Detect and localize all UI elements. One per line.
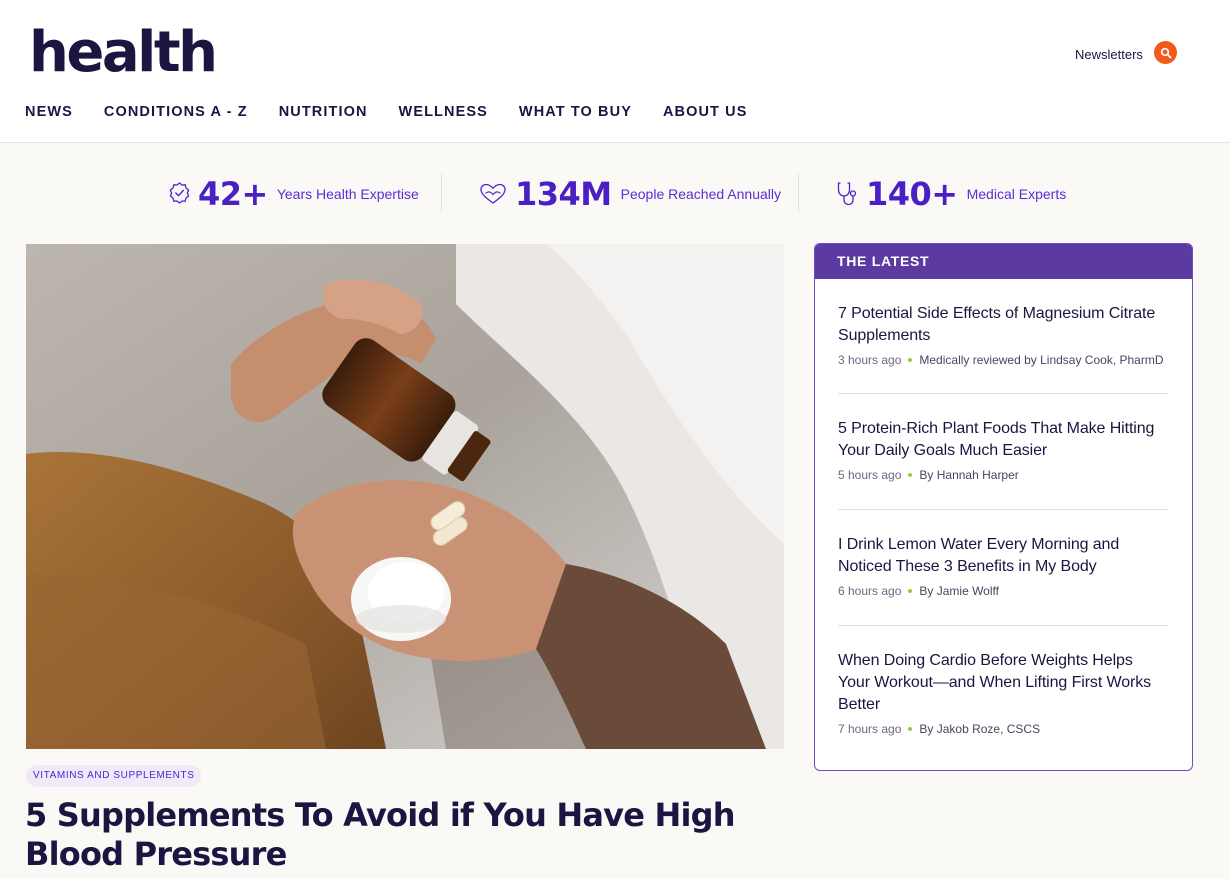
list-item: When Doing Cardio Before Weights Helps Y… — [838, 626, 1168, 736]
nav-conditions[interactable]: CONDITIONS A - Z — [104, 102, 248, 122]
byline: By Jamie Wolff — [919, 584, 999, 598]
nav-news[interactable]: NEWS — [25, 102, 73, 122]
hero-photo-illustration — [26, 244, 784, 749]
stats-bar: 42+ Years Health Expertise 134M People R… — [0, 144, 1230, 243]
latest-panel: THE LATEST 7 Potential Side Effects of M… — [814, 243, 1193, 771]
heart-hands-icon — [480, 183, 506, 204]
nav-nutrition[interactable]: NUTRITION — [279, 102, 368, 122]
stethoscope-icon — [837, 182, 857, 206]
article-link[interactable]: 5 Protein-Rich Plant Foods That Make Hit… — [838, 418, 1168, 462]
stat-label: People Reached Annually — [620, 186, 781, 202]
article-meta: 7 hours ago By Jakob Roze, CSCS — [838, 722, 1168, 736]
stat-label: Medical Experts — [966, 186, 1067, 202]
stat-experts: 140+ Medical Experts — [836, 174, 1066, 214]
list-item: 5 Protein-Rich Plant Foods That Make Hit… — [838, 394, 1168, 510]
nav-about-us[interactable]: ABOUT US — [663, 102, 748, 122]
article-meta: 6 hours ago By Jamie Wolff — [838, 584, 1168, 598]
byline: By Jakob Roze, CSCS — [919, 722, 1041, 736]
separator-dot — [908, 589, 913, 593]
divider — [441, 174, 442, 212]
timestamp: 6 hours ago — [838, 584, 902, 598]
byline: By Hannah Harper — [919, 468, 1019, 482]
timestamp: 3 hours ago — [838, 353, 902, 367]
divider — [798, 174, 799, 212]
timestamp: 5 hours ago — [838, 468, 902, 482]
award-badge-icon — [169, 182, 190, 204]
list-item: 7 Potential Side Effects of Magnesium Ci… — [838, 279, 1168, 394]
main-nav: NEWS CONDITIONS A - Z NUTRITION WELLNESS… — [25, 102, 779, 122]
search-icon — [1160, 47, 1171, 58]
stat-years: 42+ Years Health Expertise — [169, 174, 419, 214]
article-link[interactable]: 7 Potential Side Effects of Magnesium Ci… — [838, 303, 1168, 347]
latest-heading: THE LATEST — [815, 244, 1192, 279]
stat-label: Years Health Expertise — [276, 186, 419, 202]
article-meta: 5 hours ago By Hannah Harper — [838, 468, 1168, 482]
site-logo[interactable]: health — [29, 18, 218, 88]
separator-dot — [908, 473, 913, 477]
search-button[interactable] — [1154, 41, 1177, 64]
hero-image[interactable] — [26, 244, 784, 749]
article-link[interactable]: When Doing Cardio Before Weights Helps Y… — [838, 650, 1168, 716]
separator-dot — [908, 358, 913, 362]
stat-value: 140+ — [866, 175, 958, 213]
site-header: health Newsletters NEWS CONDITIONS A - Z… — [0, 0, 1230, 143]
stat-reach: 134M People Reached Annually — [479, 174, 781, 214]
stat-value: 42+ — [198, 175, 268, 213]
timestamp: 7 hours ago — [838, 722, 902, 736]
nav-what-to-buy[interactable]: WHAT TO BUY — [519, 102, 632, 122]
list-item: I Drink Lemon Water Every Morning and No… — [838, 510, 1168, 626]
newsletters-link[interactable]: Newsletters — [1075, 47, 1143, 62]
byline: Medically reviewed by Lindsay Cook, Phar… — [919, 353, 1164, 367]
hero-headline[interactable]: 5 Supplements To Avoid if You Have High … — [25, 796, 765, 874]
stat-value: 134M — [515, 175, 612, 213]
category-tag[interactable]: VITAMINS AND SUPPLEMENTS — [26, 765, 202, 787]
article-link[interactable]: I Drink Lemon Water Every Morning and No… — [838, 534, 1168, 578]
article-meta: 3 hours ago Medically reviewed by Lindsa… — [838, 353, 1168, 367]
separator-dot — [908, 727, 913, 731]
nav-wellness[interactable]: WELLNESS — [399, 102, 488, 122]
